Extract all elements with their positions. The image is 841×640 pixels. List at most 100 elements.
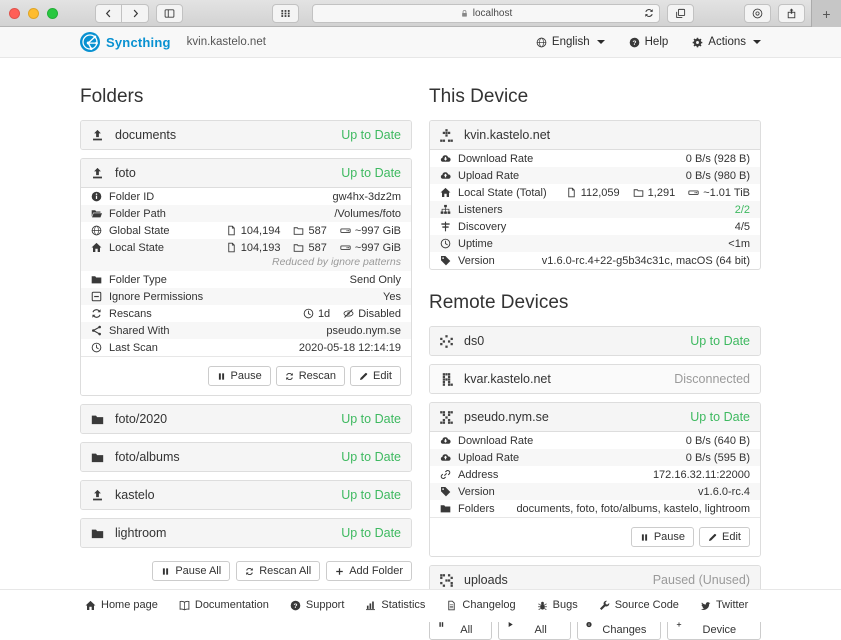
edit-button[interactable]: Edit bbox=[350, 366, 401, 386]
eye-slash-icon bbox=[343, 308, 354, 319]
device-row-pseudo[interactable]: pseudo.nym.se Up to Date bbox=[430, 403, 760, 431]
new-tab-button[interactable]: + bbox=[811, 0, 841, 27]
edit-device-button[interactable]: Edit bbox=[699, 527, 750, 547]
dir-count: 1,291 bbox=[648, 187, 676, 199]
duplicate-tab-button[interactable] bbox=[667, 4, 694, 23]
size-value: ~1.01 TiB bbox=[703, 187, 750, 199]
pause-icon bbox=[161, 567, 170, 576]
link-label: Source Code bbox=[615, 599, 679, 611]
pause-button[interactable]: Pause bbox=[208, 366, 271, 386]
pause-all-folders-button[interactable]: Pause All bbox=[152, 561, 230, 581]
table-row: Listeners 2/2 bbox=[430, 201, 760, 218]
close-window-button[interactable] bbox=[9, 8, 20, 19]
table-row: Local State (Total) 112,059 1,291 ~1.01 … bbox=[430, 184, 760, 201]
link-label: Statistics bbox=[381, 599, 425, 611]
folder-row-foto2020[interactable]: foto/2020 Up to Date bbox=[81, 405, 411, 433]
cloud-upload-icon bbox=[440, 452, 451, 463]
add-folder-button[interactable]: Add Folder bbox=[326, 561, 412, 581]
reload-button[interactable] bbox=[644, 8, 654, 20]
book-icon bbox=[179, 600, 190, 611]
home-icon bbox=[440, 187, 451, 198]
question-circle-icon bbox=[290, 600, 301, 611]
brand[interactable]: Syncthing bbox=[80, 32, 171, 52]
minus-square-icon bbox=[91, 291, 102, 302]
folder-panel-foto: foto Up to Date Folder ID gw4hx-3dz2m Fo… bbox=[80, 158, 412, 396]
folder-row-fotoalbums[interactable]: foto/albums Up to Date bbox=[81, 443, 411, 471]
row-value: 0 B/s (928 B) bbox=[686, 153, 750, 165]
folder-row-foto[interactable]: foto Up to Date bbox=[81, 159, 411, 187]
device-row-kvar[interactable]: kvar.kastelo.net Disconnected bbox=[430, 365, 760, 393]
address-bar[interactable]: localhost bbox=[312, 4, 660, 23]
row-label: Local State bbox=[109, 242, 164, 254]
zoom-window-button[interactable] bbox=[47, 8, 58, 19]
share-button[interactable] bbox=[778, 4, 805, 23]
folder-icon bbox=[91, 274, 102, 285]
folder-row-documents[interactable]: documents Up to Date bbox=[81, 121, 411, 149]
folder-status: Up to Date bbox=[341, 450, 401, 464]
back-button[interactable] bbox=[95, 4, 122, 23]
row-value: documents, foto, foto/albums, kastelo, l… bbox=[516, 503, 750, 515]
share-nodes-icon bbox=[91, 325, 102, 336]
rescan-all-button[interactable]: Rescan All bbox=[236, 561, 320, 581]
url-text: localhost bbox=[473, 8, 512, 19]
device-status: Up to Date bbox=[690, 334, 750, 348]
hdd-icon bbox=[340, 242, 351, 253]
device-panel-ds0: ds0 Up to Date bbox=[429, 326, 761, 356]
device-identicon bbox=[440, 411, 453, 424]
row-value: v1.6.0-rc.4 bbox=[698, 486, 750, 498]
folder-row-lightroom[interactable]: lightroom Up to Date bbox=[81, 519, 411, 547]
footer-link-changelog[interactable]: Changelog bbox=[446, 599, 515, 611]
folder-outline-icon bbox=[293, 225, 304, 236]
folder-open-icon bbox=[91, 208, 102, 219]
footer-link-support[interactable]: Support bbox=[290, 599, 345, 611]
device-identicon bbox=[440, 574, 453, 587]
row-label: Folder ID bbox=[109, 191, 154, 203]
actions-menu[interactable]: Actions bbox=[692, 36, 761, 48]
folder-status: Up to Date bbox=[341, 412, 401, 426]
folder-outline-icon bbox=[293, 242, 304, 253]
folder-row-kastelo[interactable]: kastelo Up to Date bbox=[81, 481, 411, 509]
this-device-row[interactable]: kvin.kastelo.net bbox=[430, 121, 760, 149]
footer-link-bugs[interactable]: Bugs bbox=[537, 599, 578, 611]
table-row: Rescans 1d Disabled bbox=[81, 305, 411, 322]
minimize-window-button[interactable] bbox=[28, 8, 39, 19]
grid-icon bbox=[280, 8, 291, 19]
footer-link-statistics[interactable]: Statistics bbox=[365, 599, 425, 611]
language-label: English bbox=[552, 36, 590, 48]
row-label: Listeners bbox=[458, 204, 503, 216]
refresh-icon bbox=[285, 372, 294, 381]
folder-panel-documents: documents Up to Date bbox=[80, 120, 412, 150]
table-row: Download Rate 0 B/s (640 B) bbox=[430, 432, 760, 449]
devices-column: This Device kvin.kastelo.net Download Ra… bbox=[429, 80, 761, 640]
row-label: Shared With bbox=[109, 325, 170, 337]
link-label: Support bbox=[306, 599, 345, 611]
footer-link-twitter[interactable]: Twitter bbox=[700, 599, 748, 611]
row-label: Version bbox=[458, 486, 495, 498]
folders-title: Folders bbox=[80, 86, 412, 108]
help-menu[interactable]: Help bbox=[629, 36, 669, 48]
folder-name: documents bbox=[115, 128, 176, 142]
host-name: kvin.kastelo.net bbox=[187, 36, 266, 48]
syncthing-logo-icon bbox=[80, 32, 100, 52]
device-row-ds0[interactable]: ds0 Up to Date bbox=[430, 327, 760, 355]
extension-button[interactable] bbox=[744, 4, 771, 23]
forward-button[interactable] bbox=[122, 4, 149, 23]
sidebar-toggle-button[interactable] bbox=[156, 4, 183, 23]
question-circle-icon bbox=[629, 37, 640, 48]
footer-link-homepage[interactable]: Home page bbox=[85, 599, 158, 611]
table-row: Folders documents, foto, foto/albums, ka… bbox=[430, 500, 760, 517]
home-icon bbox=[85, 600, 96, 611]
device-details-table: Download Rate 0 B/s (640 B) Upload Rate … bbox=[430, 431, 760, 517]
table-row: Upload Rate 0 B/s (980 B) bbox=[430, 167, 760, 184]
footer-link-source-code[interactable]: Source Code bbox=[599, 599, 679, 611]
rescan-button[interactable]: Rescan bbox=[276, 366, 345, 386]
footer-link-documentation[interactable]: Documentation bbox=[179, 599, 269, 611]
tag-icon bbox=[440, 486, 451, 497]
language-menu[interactable]: English bbox=[536, 36, 605, 48]
tab-overview-button[interactable] bbox=[272, 4, 299, 23]
folder-name: foto bbox=[115, 166, 136, 180]
share-icon bbox=[786, 8, 797, 19]
table-row: Folder Type Send Only bbox=[81, 271, 411, 288]
folder-name: lightroom bbox=[115, 526, 166, 540]
pause-device-button[interactable]: Pause bbox=[631, 527, 694, 547]
